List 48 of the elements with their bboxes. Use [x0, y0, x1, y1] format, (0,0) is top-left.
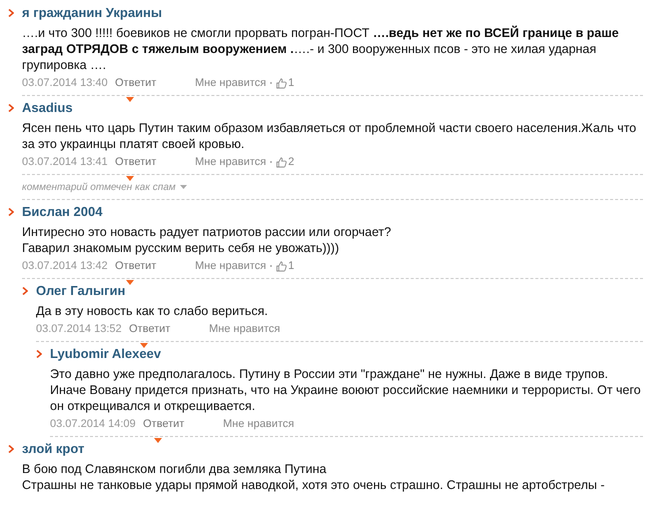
- comment-text: Гаварил знакомым русским верить себя не увожать)))): [22, 240, 340, 256]
- spam-note: комментарий отмечен как спам: [22, 180, 176, 194]
- author-name[interactable]: Олег Галыгин: [36, 281, 126, 301]
- caret-down-icon[interactable]: [180, 185, 187, 189]
- author-name[interactable]: Бислан 2004: [22, 202, 102, 222]
- triangle-marker: [126, 97, 134, 102]
- like-count: 1: [288, 258, 294, 274]
- triangle-marker: [140, 343, 148, 348]
- comment-text: Интиресно это новасть радует патриотов рассии или огорчает?: [22, 224, 392, 240]
- comment-date: 03.07.2014 13:41: [22, 154, 109, 170]
- chevron-icon: [36, 350, 42, 358]
- author-name[interactable]: Lyubomir Alexeev: [50, 344, 162, 364]
- comment-text: ….и что 300 !!!!! боевиков не смогли прорвать погран-ПОСТ ….ведь нет же по ВСЕЙ границе в раше заград ОТРЯДОВ с тяжелым вооружением .….- и 300 вооруженных псов - это не хилая ударная групировка ….: [22, 25, 620, 73]
- comment-date: 03.07.2014 13:42: [22, 258, 109, 274]
- chevron-icon: [22, 287, 28, 295]
- chevron-icon: [8, 9, 14, 17]
- triangle-marker: [154, 438, 162, 443]
- like-count: 1: [288, 76, 294, 91]
- author-name[interactable]: я гражданин Украины: [22, 3, 162, 23]
- like-link[interactable]: Мне нравится: [223, 416, 294, 432]
- chevron-icon: [8, 208, 14, 216]
- reply-link[interactable]: Ответит: [115, 74, 195, 92]
- like-link[interactable]: Мне нравится: [195, 154, 266, 170]
- comment-date: 03.07.2014 13:40: [22, 76, 109, 91]
- like-link[interactable]: Мне нравится: [195, 74, 266, 92]
- thumbs-up-icon: [276, 260, 288, 272]
- reply-link[interactable]: Ответит: [143, 416, 223, 432]
- triangle-marker: [126, 280, 134, 285]
- like-count: 2: [288, 154, 294, 170]
- reply-link[interactable]: Ответит: [129, 320, 209, 338]
- comment-text: Ясен пень что царь Путин таким образом избавляеться от проблемной части своего населения.Жаль что за это украинцы платят своей кровью.: [22, 120, 638, 152]
- author-name[interactable]: Asadius: [22, 98, 73, 118]
- like-link[interactable]: Мне нравится: [195, 258, 266, 274]
- comment-text: Это давно уже предполагалось. Путину в России эти "граждане" не нужны. Даже в виде трупов. Иначе Вовану придется признать, что на Украине воюют российские наемники и террористы. От чего он открещивался и открещивается.: [50, 366, 642, 414]
- like-link[interactable]: Мне нравится: [209, 320, 280, 338]
- comment-text: В бою под Славянском погибли два земляка Путина: [22, 461, 328, 477]
- thumbs-up-icon: [276, 156, 288, 168]
- author-name[interactable]: злой крот: [22, 439, 84, 459]
- comment-date: 03.07.2014 13:52: [36, 322, 123, 337]
- triangle-marker: [126, 176, 134, 181]
- chevron-icon: [8, 445, 14, 453]
- comment-text: Да в эту новость как то слабо вериться.: [36, 303, 269, 319]
- comment-date: 03.07.2014 14:09: [50, 416, 137, 432]
- reply-link[interactable]: Ответит: [115, 258, 195, 274]
- comment-text: Страшны не танковые удары прямой наводкой, хотя это очень страшно. Страшны не артобстрелы -: [22, 477, 606, 493]
- reply-link[interactable]: Ответит: [115, 154, 195, 170]
- thumbs-up-icon: [276, 78, 288, 88]
- chevron-icon: [8, 104, 14, 112]
